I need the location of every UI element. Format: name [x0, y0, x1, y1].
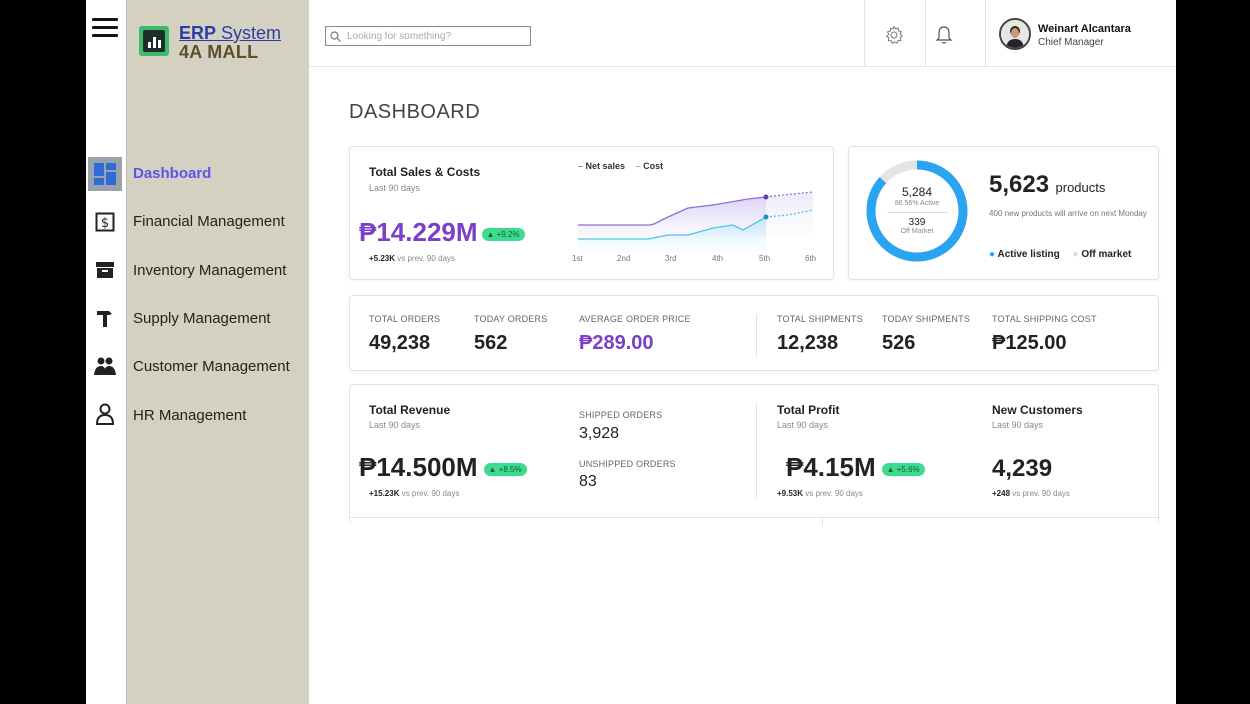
products-total: 5,623 — [989, 171, 1050, 198]
kpi-value: ₱289.00 — [579, 332, 654, 354]
kpi-value: 12,238 — [777, 332, 839, 354]
kpi-value: 562 — [474, 332, 508, 354]
icon-rail: $ — [86, 0, 126, 704]
archive-icon[interactable] — [88, 253, 122, 287]
products-legend: ● Active listing ● Off market — [989, 249, 1132, 260]
off-count: 339 — [908, 217, 926, 228]
shipped-orders-label: SHIPPED ORDERS — [579, 410, 663, 420]
sidebar-item-hr[interactable]: HR Management — [133, 407, 246, 424]
search-input[interactable] — [347, 30, 527, 42]
sidebar-item-dashboard[interactable]: Dashboard — [133, 165, 211, 182]
kpi-label: TODAY ORDERS — [474, 314, 548, 324]
search-box[interactable] — [325, 26, 531, 46]
profit-title: Total Profit — [777, 403, 840, 417]
revenue-period: Last 90 days — [369, 420, 421, 430]
sales-line-chart — [578, 191, 814, 252]
dollar-icon[interactable]: $ — [88, 205, 122, 239]
kpi-card: TOTAL ORDERS 49,238 TODAY ORDERS 562 AVE… — [349, 295, 1159, 371]
settings-gear-icon[interactable] — [883, 24, 905, 46]
products-unit: products — [1055, 180, 1106, 195]
revenue-title: Total Revenue — [369, 403, 451, 417]
brand-subtitle: 4A MALL — [179, 42, 259, 62]
x-tick: 3rd — [665, 254, 677, 263]
unshipped-orders-value: 83 — [579, 473, 597, 490]
profit-compare: +9.53K vs prev. 90 days — [777, 489, 863, 498]
sidebar-item-inventory[interactable]: Inventory Management — [133, 262, 286, 279]
kpi-label: TOTAL SHIPPING COST — [992, 314, 1097, 324]
active-count: 5,284 — [901, 185, 933, 199]
revenue-value: ₱14.500M — [359, 452, 478, 482]
kpi-value: 49,238 — [369, 332, 431, 354]
sales-title: Total Sales & Costs — [369, 165, 481, 179]
sidebar-item-financial[interactable]: Financial Management — [133, 213, 285, 230]
x-tick: 1st — [572, 254, 583, 263]
sales-value: ₱14.229M — [359, 217, 478, 247]
shipped-orders-value: 3,928 — [579, 425, 620, 442]
avatar[interactable] — [999, 18, 1031, 50]
active-pct: 86.56% Active — [894, 200, 940, 207]
brand-title: ERP System — [179, 23, 282, 43]
sidebar: ERP System 4A MALL Dashboard Financial M… — [126, 0, 309, 704]
sales-delta-badge: ▲ +9.2% — [481, 228, 525, 241]
user-name: Weinart Alcantara — [1038, 23, 1131, 35]
top-header: Weinart Alcantara Chief Manager — [309, 0, 1176, 67]
x-tick: 4th — [712, 254, 724, 263]
customers-value: 4,239 — [992, 455, 1053, 482]
app-window: $ ERP System 4A MALL Dashboard Financial… — [86, 0, 1176, 704]
kpi-label: TOTAL SHIPMENTS — [777, 314, 863, 324]
dashboard-icon[interactable] — [88, 157, 122, 191]
notification-bell-icon[interactable] — [933, 24, 955, 46]
sales-costs-card: Total Sales & Costs Last 90 days ₱14.229… — [349, 146, 834, 280]
customers-period: Last 90 days — [992, 420, 1044, 430]
sidebar-item-supply[interactable]: Supply Management — [133, 310, 271, 327]
kpi-value: ₱125.00 — [992, 332, 1067, 354]
products-note: 400 new products will arrive on next Mon… — [989, 209, 1147, 218]
revenue-profit-card: Total Revenue Last 90 days ₱14.500M ▲ +8… — [349, 384, 1160, 525]
brand[interactable]: ERP System 4A MALL — [139, 24, 281, 61]
revenue-compare: +15.23K vs prev. 90 days — [369, 489, 460, 498]
profit-delta-badge: ▲ +5.6% — [881, 463, 925, 476]
x-tick: 5th — [759, 254, 771, 263]
hammer-icon[interactable] — [88, 301, 122, 335]
products-card: 5,284 86.56% Active 339 Off Market 5,623… — [848, 146, 1159, 280]
revenue-delta-badge: ▲ +8.5% — [483, 463, 527, 476]
page-title: DASHBOARD — [349, 101, 481, 123]
menu-icon[interactable] — [92, 18, 118, 38]
kpi-label: AVERAGE ORDER PRICE — [579, 314, 691, 324]
customers-compare: +248 vs prev. 90 days — [992, 489, 1070, 498]
kpi-label: TOTAL ORDERS — [369, 314, 441, 324]
user-role: Chief Manager — [1038, 37, 1104, 48]
x-tick: 2nd — [617, 254, 631, 263]
unshipped-orders-label: UNSHIPPED ORDERS — [579, 459, 676, 469]
profit-value: ₱4.15M — [786, 452, 876, 482]
sidebar-item-customer[interactable]: Customer Management — [133, 358, 290, 375]
search-icon — [330, 30, 341, 42]
profit-period: Last 90 days — [777, 420, 829, 430]
sales-period: Last 90 days — [369, 183, 421, 193]
kpi-label: TODAY SHIPMENTS — [882, 314, 971, 324]
sales-compare: +5.23K vs prev. 90 days — [369, 254, 455, 263]
customers-title: New Customers — [992, 403, 1083, 417]
person-icon[interactable] — [88, 397, 122, 431]
users-icon[interactable] — [88, 349, 122, 383]
svg-text:$: $ — [101, 216, 109, 231]
kpi-value: 526 — [882, 332, 916, 354]
x-tick: 6th — [805, 254, 817, 263]
brand-logo-icon — [139, 26, 169, 56]
off-label: Off Market — [900, 228, 934, 235]
